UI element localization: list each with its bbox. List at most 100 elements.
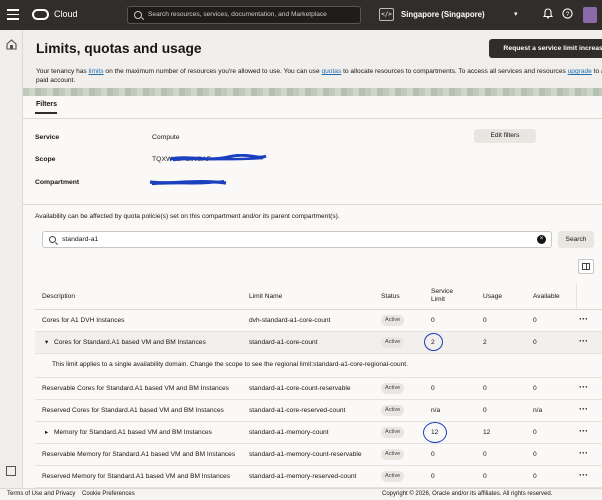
row-limit-name: dvh-standard-a1-core-count [249, 317, 331, 324]
table-row[interactable]: Reserved Cores for Standard.A1 based VM … [35, 400, 602, 422]
search-icon [134, 11, 142, 19]
row-service-limit: 0 [431, 385, 435, 392]
col-usage[interactable]: Usage [483, 293, 502, 300]
row-description: Reservable Memory for Standard.A1 based … [42, 451, 236, 458]
edit-filters-button[interactable]: Edit filters [474, 129, 536, 143]
row-description: Cores for Standard.A1 based VM and BM In… [54, 339, 206, 346]
row-available: 0 [533, 429, 537, 436]
copyright-text: Copyright © 2026, Oracle and/or its affi… [382, 491, 553, 497]
row-available: 0 [533, 473, 537, 480]
col-service-limit-line1[interactable]: Service [431, 288, 453, 295]
status-badge: Active [381, 405, 405, 416]
limits-link[interactable]: limits [89, 68, 104, 75]
more-actions-icon[interactable]: ··· [579, 336, 588, 346]
table-row[interactable]: Reservable Memory for Standard.A1 based … [35, 444, 602, 466]
intro-part: Your tenancy has [36, 68, 89, 75]
service-label: Service [35, 134, 60, 141]
status-badge: Active [381, 383, 405, 394]
row-limit-name: standard-a1-core-count [249, 339, 318, 346]
status-badge: Active [381, 427, 405, 438]
row-service-limit: n/a [431, 407, 441, 414]
request-limit-increase-button[interactable]: Request a service limit increase [489, 39, 602, 58]
availability-note: Availability can be affected by quota po… [35, 213, 340, 220]
table-search-input[interactable]: standard-a1 × [42, 231, 552, 248]
upgrade-link[interactable]: upgrade [568, 68, 592, 75]
more-actions-icon[interactable]: ··· [579, 448, 588, 458]
row-limit-name: standard-a1-core-count-reservable [249, 385, 351, 392]
annotation-circle [423, 422, 447, 443]
region-selector[interactable]: Singapore (Singapore) [401, 10, 485, 19]
table-row[interactable]: Reservable Cores for Standard.A1 based V… [35, 378, 602, 400]
table-row[interactable]: Cores for A1 DVH Instances dvh-standard-… [35, 310, 602, 332]
left-rail [0, 30, 23, 500]
status-badge: Active [381, 471, 405, 482]
expanded-note-text: This limit applies to a single availabil… [52, 361, 408, 368]
code-editor-icon[interactable]: </> [379, 8, 394, 21]
more-actions-icon[interactable]: ··· [579, 426, 588, 436]
expand-chevron-icon[interactable]: ▸ [45, 428, 48, 436]
search-value: standard-a1 [62, 236, 99, 243]
row-usage: 0 [483, 407, 487, 414]
collapse-panel-icon[interactable] [6, 466, 16, 476]
scope-label: Scope [35, 156, 56, 163]
row-service-limit: 0 [431, 317, 435, 324]
table-row[interactable]: ▾ Cores for Standard.A1 based VM and BM … [35, 332, 602, 354]
chevron-down-icon[interactable]: ▾ [514, 10, 518, 18]
bell-icon[interactable] [541, 8, 555, 22]
row-description: Reserved Cores for Standard.A1 based VM … [42, 407, 224, 414]
redaction-scribble [169, 154, 267, 162]
col-limit-name[interactable]: Limit Name [249, 293, 282, 300]
table-header: Description Limit Name Status Service Li… [35, 284, 602, 310]
terms-link[interactable]: Terms of Use and Privacy [7, 491, 75, 497]
quotas-link[interactable]: quotas [321, 68, 341, 75]
annotation-circle [424, 333, 443, 351]
row-description: Memory for Standard.A1 based VM and BM I… [54, 429, 212, 436]
row-service-limit: 0 [431, 451, 435, 458]
top-navigation-bar: Cloud Search resources, services, docume… [0, 0, 602, 30]
row-available: 0 [533, 317, 537, 324]
columns-icon[interactable] [578, 259, 594, 274]
row-available: n/a [533, 407, 543, 414]
tab-divider [23, 118, 602, 119]
intro-text: Your tenancy has limits on the maximum n… [36, 68, 602, 85]
home-icon[interactable] [5, 39, 17, 51]
expand-chevron-icon[interactable]: ▾ [45, 338, 48, 346]
row-usage: 0 [483, 451, 487, 458]
row-description: Cores for A1 DVH Instances [42, 317, 125, 324]
status-badge: Active [381, 337, 405, 348]
row-available: 0 [533, 451, 537, 458]
page-header: Limits, quotas and usage Request a servi… [23, 30, 602, 96]
row-limit-name: standard-a1-memory-count [249, 429, 329, 436]
table-row[interactable]: ▸ Memory for Standard.A1 based VM and BM… [35, 422, 602, 444]
search-placeholder: Search resources, services, documentatio… [148, 11, 327, 18]
hamburger-menu-icon[interactable] [7, 9, 19, 21]
more-actions-icon[interactable]: ··· [579, 404, 588, 414]
col-service-limit-line2[interactable]: Limit [431, 296, 445, 303]
search-icon [49, 236, 56, 243]
search-button[interactable]: Search [558, 231, 594, 248]
more-actions-icon[interactable]: ··· [579, 382, 588, 392]
table-row[interactable]: Reserved Memory for Standard.A1 based VM… [35, 466, 602, 488]
help-icon[interactable]: ? [560, 8, 574, 22]
col-description[interactable]: Description [42, 293, 75, 300]
cookie-preferences-link[interactable]: Cookie Preferences [82, 491, 135, 497]
brand-label[interactable]: Cloud [54, 9, 78, 19]
tab-filters[interactable]: Filters [34, 101, 58, 114]
row-description: Reservable Cores for Standard.A1 based V… [42, 385, 229, 392]
col-status[interactable]: Status [381, 293, 400, 300]
row-usage: 0 [483, 473, 487, 480]
service-value: Compute [152, 134, 180, 141]
global-search-input[interactable]: Search resources, services, documentatio… [127, 6, 361, 24]
col-available[interactable]: Available [533, 293, 560, 300]
decorative-strip [23, 88, 602, 96]
intro-part: to allocate resources to compartments. T… [341, 68, 568, 75]
row-usage: 0 [483, 385, 487, 392]
more-actions-icon[interactable]: ··· [579, 470, 588, 480]
more-actions-icon[interactable]: ··· [579, 314, 588, 324]
avatar[interactable] [583, 7, 597, 23]
clear-icon[interactable]: × [537, 235, 546, 244]
oracle-logo-icon[interactable] [32, 9, 49, 20]
status-badge: Active [381, 449, 405, 460]
main-content: Filters Service Compute Edit filters Sco… [23, 96, 602, 488]
compartment-label: Compartment [35, 179, 80, 186]
